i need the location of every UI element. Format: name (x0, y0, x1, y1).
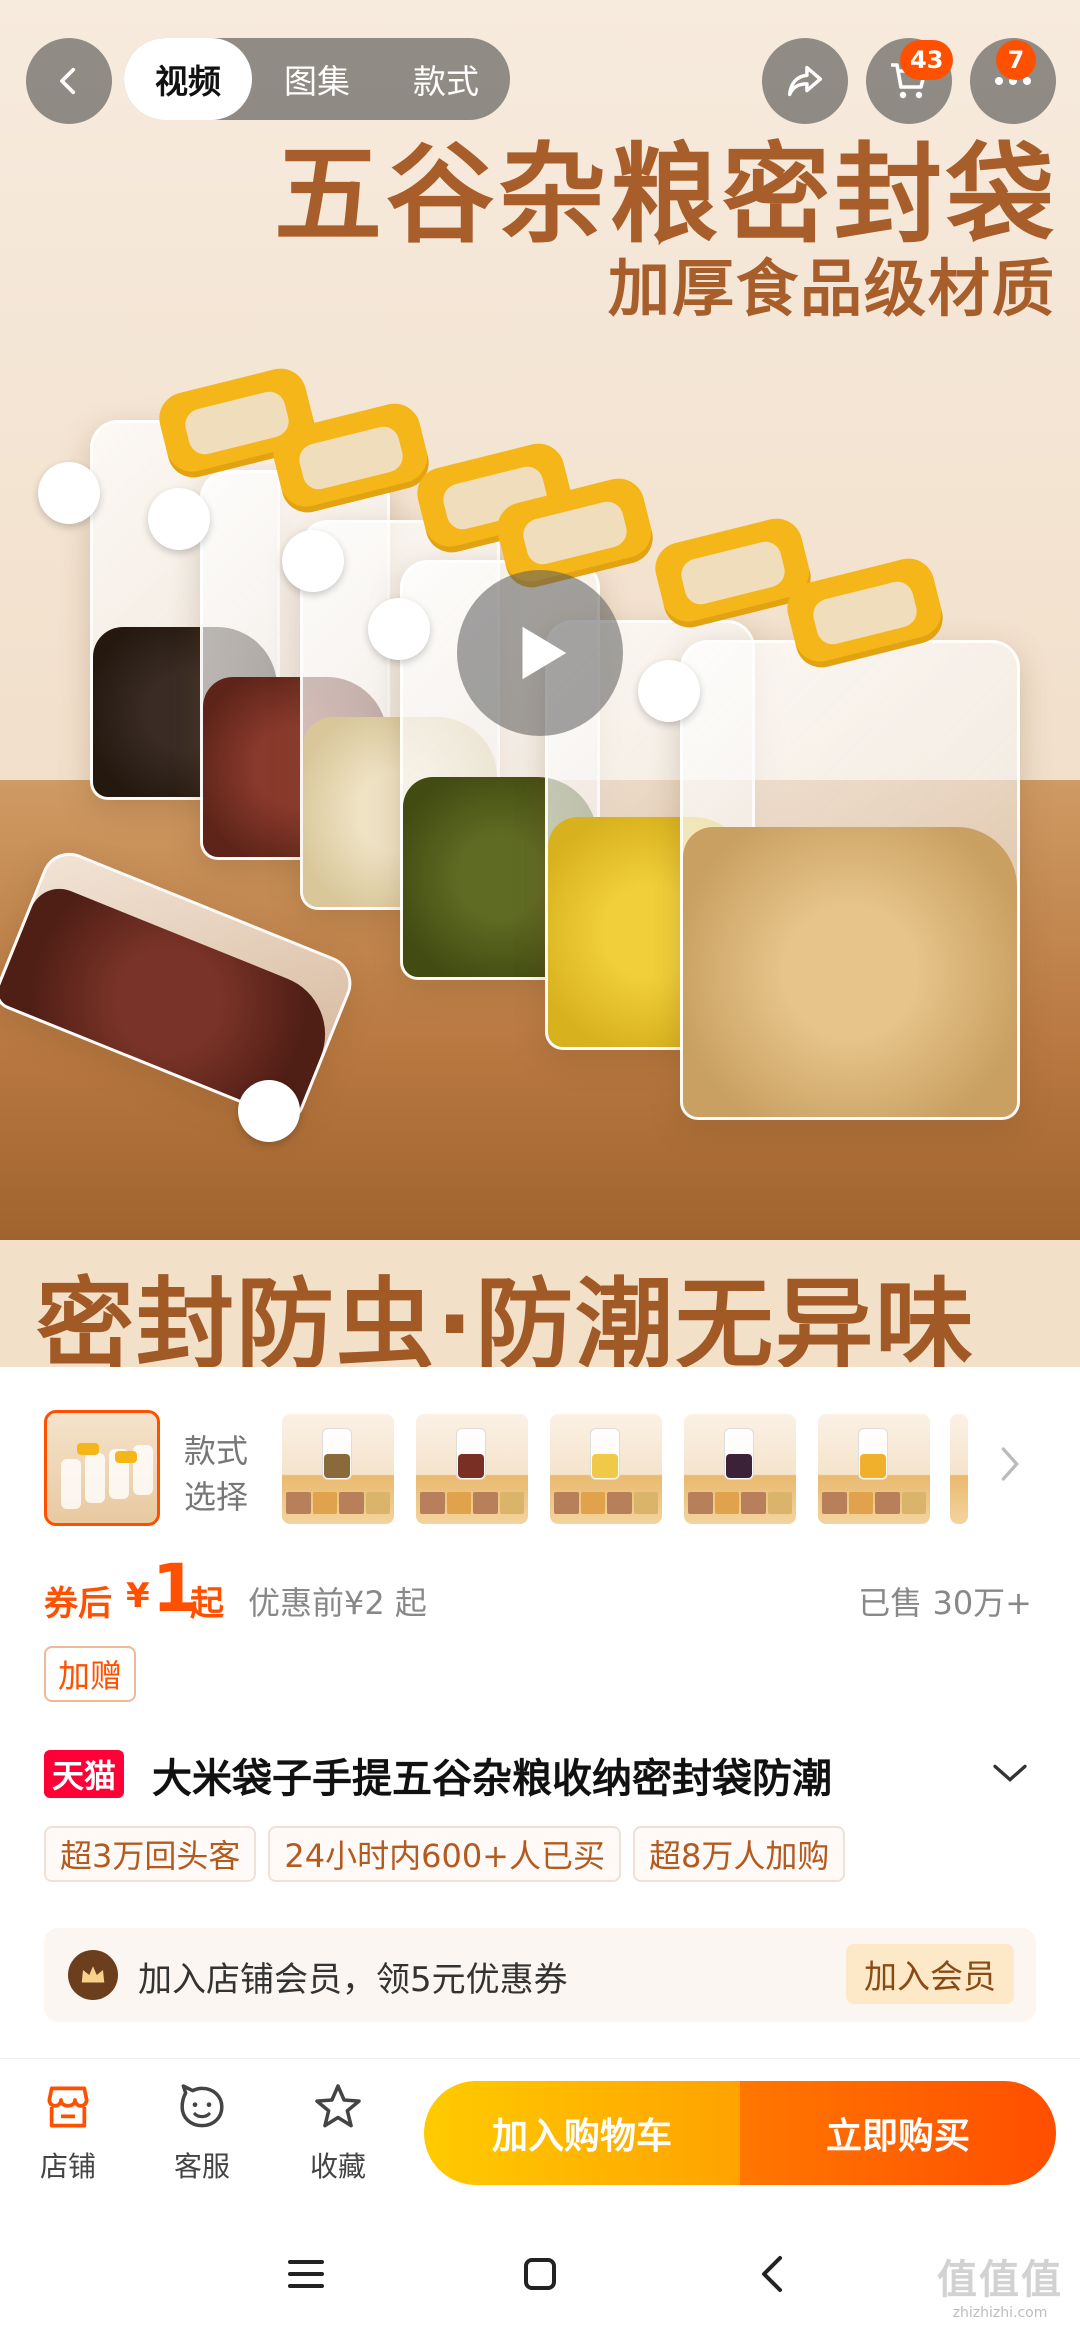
customer-service-icon (180, 2084, 224, 2128)
style-option[interactable] (416, 1414, 528, 1524)
sold-count: 已售 30万+ (858, 1584, 1032, 1622)
customer-service-label: 客服 (173, 2150, 230, 2183)
tag-chip: 超3万回头客 (44, 1826, 257, 1882)
price-suffix: 起 (190, 1584, 224, 1624)
store-member-card[interactable]: 加入店铺会员，领5元优惠券 加入会员 (44, 1928, 1036, 2022)
price-row: 券后 ¥ 1 起 优惠前¥2 起 已售 30万+ (44, 1550, 1044, 1636)
customer-service-button[interactable]: 客服 (152, 2079, 252, 2199)
tab-gallery[interactable]: 图集 (252, 38, 382, 120)
tab-styles[interactable]: 款式 (382, 38, 510, 120)
play-icon (522, 626, 567, 680)
hero-tagline: 密封防虫·防潮无异味 (36, 1268, 976, 1367)
style-option[interactable] (282, 1414, 394, 1524)
store-label: 店铺 (39, 2150, 96, 2183)
style-thumb-handle (115, 1451, 137, 1463)
watermark: 值值值 zhizhizhi.com (930, 2247, 1070, 2321)
grain-bag-soybeans (680, 640, 1020, 1120)
system-back-icon[interactable] (750, 2250, 798, 2298)
favorite-label: 收藏 (309, 2150, 366, 2183)
join-member-button[interactable]: 加入会员 (846, 1944, 1014, 2004)
style-option[interactable] (550, 1414, 662, 1524)
style-selector: 款式 选择 (0, 1400, 1080, 1530)
price-prefix: 券后 (44, 1584, 112, 1624)
play-video-button[interactable] (457, 570, 623, 736)
style-select-label[interactable]: 款式 选择 (184, 1428, 264, 1520)
style-thumb-handle (77, 1443, 99, 1455)
buy-now-button[interactable]: 立即购买 (740, 2081, 1056, 2185)
store-button[interactable]: 店铺 (18, 2079, 118, 2199)
tag-chip: 超8万人加购 (633, 1826, 846, 1882)
tab-video[interactable]: 视频 (124, 38, 252, 120)
style-option-selected[interactable] (44, 1410, 160, 1526)
cart-count-badge: 43 (900, 40, 954, 80)
price-original: 优惠前¥2 起 (248, 1584, 427, 1622)
back-button[interactable] (26, 38, 112, 124)
chevron-right-icon[interactable] (996, 1444, 1024, 1484)
bag-cap (238, 1080, 300, 1142)
bag-cap (282, 530, 344, 592)
add-to-cart-button[interactable]: 加入购物车 (424, 2081, 740, 2185)
star-icon (315, 2084, 361, 2128)
style-option[interactable] (684, 1414, 796, 1524)
message-count-badge: 7 (996, 40, 1036, 80)
product-title: 大米袋子手提五谷杂粮收纳密封袋防潮 (152, 1756, 832, 1802)
hero-subtitle: 加厚食品级材质 (607, 252, 1056, 325)
bag-cap (148, 488, 210, 550)
product-title-row: 天猫 大米袋子手提五谷杂粮收纳密封袋防潮 (44, 1744, 1044, 1808)
style-thumb-bag (85, 1453, 105, 1503)
watermark-logo: 值值值 (937, 2257, 1063, 2303)
back-arrow-icon (60, 67, 76, 95)
product-tags: 超3万回头客 24小时内600+人已买 超8万人加购 (44, 1826, 846, 1882)
system-navigation-bar: 值值值 zhizhizhi.com (0, 2218, 1080, 2327)
style-option-partial[interactable] (950, 1414, 968, 1524)
chevron-down-icon[interactable] (990, 1758, 1030, 1788)
menu-icon[interactable] (282, 2250, 330, 2298)
media-tabs: 视频 图集 款式 (124, 38, 510, 120)
price-currency: ¥ (126, 1576, 150, 1616)
store-icon (47, 2086, 89, 2128)
home-square-icon[interactable] (516, 2250, 564, 2298)
tag-chip: 24小时内600+人已买 (268, 1826, 621, 1882)
bag-cap (38, 462, 100, 524)
crown-icon (68, 1950, 118, 2000)
share-button[interactable] (762, 38, 848, 124)
bottom-action-bar: 店铺 客服 收藏 加入购物车 立即购买 (0, 2058, 1080, 2218)
style-thumb-bag (61, 1459, 81, 1509)
product-hero-video[interactable]: 五谷杂粮密封袋 加厚食品级材质 密封防虫·防潮无异味 (0, 0, 1080, 1367)
share-icon (787, 65, 823, 97)
watermark-url: zhizhizhi.com (952, 2305, 1048, 2321)
style-option[interactable] (818, 1414, 930, 1524)
member-promo-text: 加入店铺会员，领5元优惠券 (138, 1960, 568, 2000)
bag-cap (638, 660, 700, 722)
favorite-button[interactable]: 收藏 (288, 2079, 388, 2199)
gift-tag[interactable]: 加赠 (44, 1646, 137, 1702)
tmall-badge: 天猫 (44, 1750, 125, 1798)
bag-cap (368, 598, 430, 660)
